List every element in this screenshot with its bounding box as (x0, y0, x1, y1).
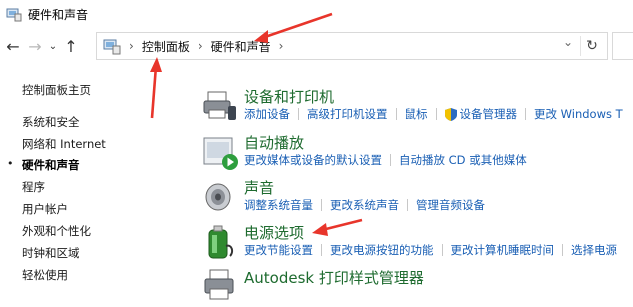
link-advanced-printer-settings[interactable]: 高级打印机设置 (307, 106, 388, 122)
up-button[interactable]: ↑ (60, 34, 82, 58)
link-divider (562, 244, 563, 256)
breadcrumb-separator[interactable]: › (198, 39, 203, 53)
link-divider (390, 154, 391, 166)
sidebar-item-hardware-sound[interactable]: 硬件和声音 (22, 157, 80, 173)
autoplay-icon (203, 137, 238, 170)
section-power-options: 电源选项 更改节能设置 更改电源按钮的功能 更改计算机睡眠时间 选择电源 (200, 222, 633, 262)
section-title-power-options[interactable]: 电源选项 (244, 222, 304, 243)
search-box[interactable] (612, 32, 633, 60)
link-change-system-sounds[interactable]: 更改系统声音 (330, 197, 399, 213)
link-adjust-volume[interactable]: 调整系统音量 (244, 197, 313, 213)
navigation-bar: ← → ⌄ ↑ › 控制面板 › 硬件和声音 › ⌄ ↻ (0, 28, 633, 64)
breadcrumb-separator: › (129, 39, 134, 53)
link-device-manager[interactable]: 设备管理器 (460, 106, 518, 122)
back-button[interactable]: ← (2, 34, 24, 58)
sidebar-item-clock-region[interactable]: 时钟和区域 (22, 245, 80, 261)
link-divider (407, 199, 408, 211)
section-title-autodesk-print-style[interactable]: Autodesk 打印样式管理器 (244, 267, 424, 288)
arrow-to-control-panel-icon (150, 57, 162, 119)
printer-icon (203, 91, 236, 120)
speaker-icon (205, 183, 231, 211)
link-change-default-media[interactable]: 更改媒体或设备的默认设置 (244, 152, 382, 168)
recent-locations-dropdown[interactable]: ⌄ (46, 34, 60, 58)
control-panel-icon (103, 39, 121, 55)
link-choose-power-plan[interactable]: 选择电源 (571, 242, 617, 258)
section-links: 更改媒体或设备的默认设置 自动播放 CD 或其他媒体 (244, 152, 527, 168)
title-bar: 硬件和声音 (0, 0, 633, 28)
link-autoplay-cd[interactable]: 自动播放 CD 或其他媒体 (399, 152, 527, 168)
link-add-device[interactable]: 添加设备 (244, 106, 290, 122)
sidebar-item-control-panel-home[interactable]: 控制面板主页 (22, 82, 91, 98)
section-sound: 声音 调整系统音量 更改系统声音 管理音频设备 (200, 177, 633, 217)
section-autoplay: 自动播放 更改媒体或设备的默认设置 自动播放 CD 或其他媒体 (200, 132, 633, 172)
section-title-sound[interactable]: 声音 (244, 177, 274, 198)
address-bar[interactable]: › 控制面板 › 硬件和声音 › ⌄ ↻ (96, 32, 608, 60)
link-divider (441, 244, 443, 256)
section-links: 添加设备 高级打印机设置 鼠标 设备管理器 更改 Windows T (244, 106, 623, 122)
window-title: 硬件和声音 (28, 7, 89, 22)
section-links: 调整系统音量 更改系统声音 管理音频设备 (244, 197, 485, 213)
sidebar-item-programs[interactable]: 程序 (22, 179, 45, 195)
sidebar-item-user-accounts[interactable]: 用户帐户 (22, 201, 68, 217)
sidebar-item-system-security[interactable]: 系统和安全 (22, 114, 80, 130)
section-links: 更改节能设置 更改电源按钮的功能 更改计算机睡眠时间 选择电源 (244, 242, 617, 258)
active-item-bullet: • (7, 157, 14, 170)
section-autodesk-print-style: Autodesk 打印样式管理器 (200, 267, 633, 300)
link-manage-audio-devices[interactable]: 管理音频设备 (416, 197, 485, 213)
link-mouse[interactable]: 鼠标 (405, 106, 428, 122)
sidebar-item-appearance[interactable]: 外观和个性化 (22, 223, 91, 239)
sidebar-item-ease-of-access[interactable]: 轻松使用 (22, 267, 68, 283)
battery-icon (208, 225, 234, 259)
shield-icon (444, 107, 457, 121)
link-divider (395, 108, 397, 120)
forward-button[interactable]: → (24, 34, 46, 58)
breadcrumb-hardware-sound[interactable]: 硬件和声音 (211, 38, 271, 55)
print-style-icon (204, 269, 234, 300)
section-devices-printers: 设备和打印机 添加设备 高级打印机设置 鼠标 设备管理器 更改 Windows … (200, 86, 633, 126)
link-change-sleep-time[interactable]: 更改计算机睡眠时间 (451, 242, 555, 258)
breadcrumb-control-panel[interactable]: 控制面板 (142, 38, 190, 55)
breadcrumb-separator[interactable]: › (279, 39, 284, 53)
link-change-windows[interactable]: 更改 Windows T (534, 106, 623, 122)
refresh-button[interactable]: ↻ (580, 36, 603, 56)
link-divider (525, 108, 526, 120)
link-change-power-button[interactable]: 更改电源按钮的功能 (330, 242, 434, 258)
section-title-devices-printers[interactable]: 设备和打印机 (244, 86, 334, 107)
section-title-autoplay[interactable]: 自动播放 (244, 132, 304, 153)
link-divider (435, 108, 437, 120)
link-divider (321, 199, 322, 211)
link-change-power-saving[interactable]: 更改节能设置 (244, 242, 313, 258)
sidebar-item-network-internet[interactable]: 网络和 Internet (22, 136, 106, 152)
link-divider (298, 108, 299, 120)
control-panel-icon (6, 8, 22, 22)
address-dropdown-icon[interactable]: ⌄ (563, 35, 573, 49)
link-divider (321, 244, 322, 256)
